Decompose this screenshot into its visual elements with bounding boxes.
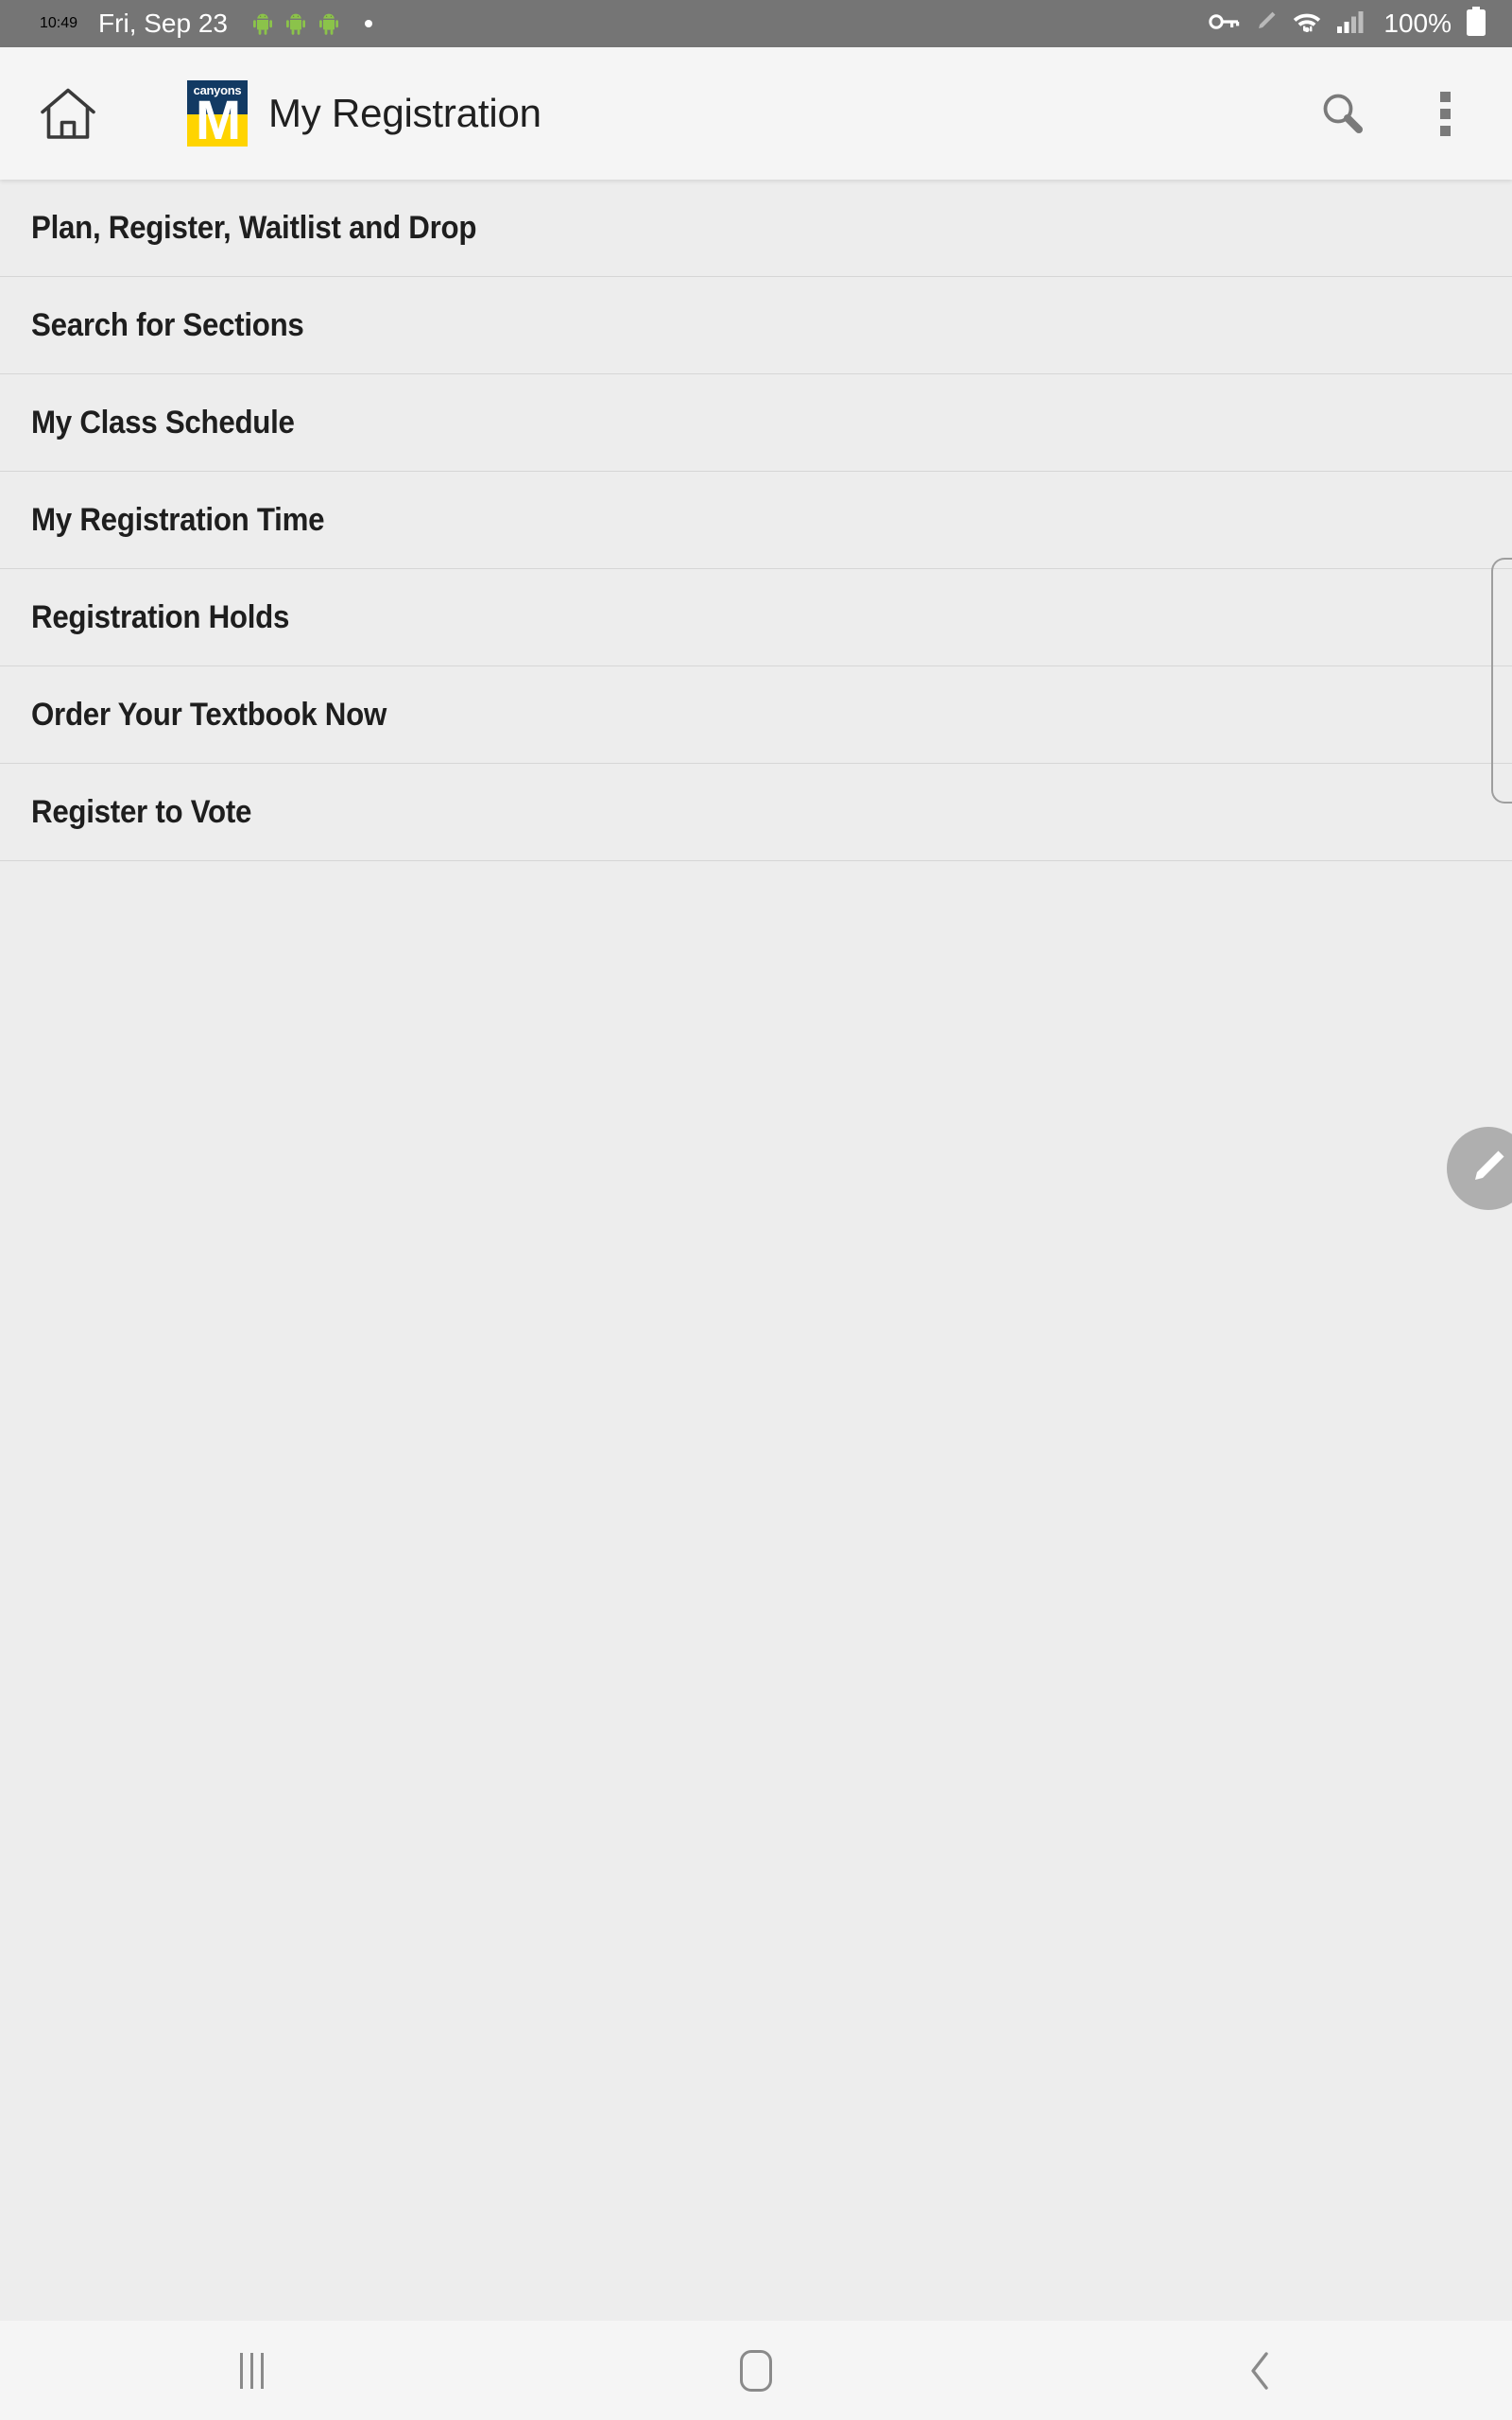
home-icon[interactable] — [32, 78, 104, 149]
recents-bar — [250, 2352, 254, 2389]
vpn-key-icon — [1208, 9, 1240, 39]
home-square-glyph — [739, 2349, 772, 2392]
app-bar-actions — [1308, 78, 1480, 148]
list-item-my-class-schedule[interactable]: My Class Schedule — [0, 374, 1512, 472]
notification-dot-icon — [365, 20, 372, 27]
list-item-search-for-sections[interactable]: Search for Sections — [0, 277, 1512, 374]
list-item-label: Registration Holds — [31, 598, 290, 635]
kebab-dot — [1439, 125, 1451, 136]
recent-apps-icon[interactable] — [148, 2321, 356, 2420]
wifi-transfer-icon — [1291, 9, 1323, 40]
battery-full-icon — [1465, 6, 1487, 42]
list-item-label: Register to Vote — [31, 793, 252, 830]
android-navigation-bar — [0, 2321, 1512, 2420]
list-item-label: My Class Schedule — [31, 404, 295, 441]
list-item-label: My Registration Time — [31, 501, 325, 538]
cellular-signal-icon — [1336, 9, 1365, 39]
recents-bar — [261, 2352, 265, 2389]
battery-percent-label: 100% — [1383, 9, 1452, 38]
status-bar-left: 10:49 Fri, Sep 23 — [40, 0, 372, 47]
pencil-icon — [1253, 9, 1278, 39]
list-item-order-your-textbook-now[interactable]: Order Your Textbook Now — [0, 666, 1512, 764]
list-item-label: Search for Sections — [31, 306, 304, 343]
android-robot-icon — [252, 12, 273, 35]
kebab-dot — [1439, 108, 1451, 119]
status-time: 10:49 — [40, 15, 78, 31]
status-bar: 10:49 Fri, Sep 23 100% — [0, 0, 1512, 47]
search-icon[interactable] — [1308, 78, 1378, 148]
list-item-label: Order Your Textbook Now — [31, 696, 387, 733]
page-title: My Registration — [268, 91, 541, 135]
status-notification-icons — [252, 12, 372, 35]
logo-letter: M — [195, 90, 241, 147]
menu-list: Plan, Register, Waitlist and Drop Search… — [0, 180, 1512, 861]
edit-pencil-icon — [1467, 1145, 1510, 1193]
recents-glyph — [240, 2352, 265, 2389]
list-item-my-registration-time[interactable]: My Registration Time — [0, 472, 1512, 569]
nav-back-icon[interactable] — [1156, 2321, 1364, 2420]
list-item-label: Plan, Register, Waitlist and Drop — [31, 209, 477, 246]
android-robot-icon — [318, 12, 339, 35]
content-area: Plan, Register, Waitlist and Drop Search… — [0, 180, 1512, 2321]
status-date: Fri, Sep 23 — [98, 9, 228, 38]
kebab-dot — [1439, 91, 1451, 102]
canyons-logo: canyons M — [187, 80, 248, 147]
app-bar: canyons M My Registration — [0, 47, 1512, 180]
android-robot-icon — [285, 12, 306, 35]
list-item-register-to-vote[interactable]: Register to Vote — [0, 764, 1512, 861]
list-item-registration-holds[interactable]: Registration Holds — [0, 569, 1512, 666]
status-bar-right: 100% — [1208, 0, 1487, 47]
nav-home-icon[interactable] — [652, 2321, 860, 2420]
recents-bar — [240, 2352, 244, 2389]
more-vertical-icon[interactable] — [1410, 78, 1480, 148]
vertical-scrollbar[interactable] — [1491, 558, 1512, 804]
list-item-plan-register-waitlist-drop[interactable]: Plan, Register, Waitlist and Drop — [0, 180, 1512, 277]
